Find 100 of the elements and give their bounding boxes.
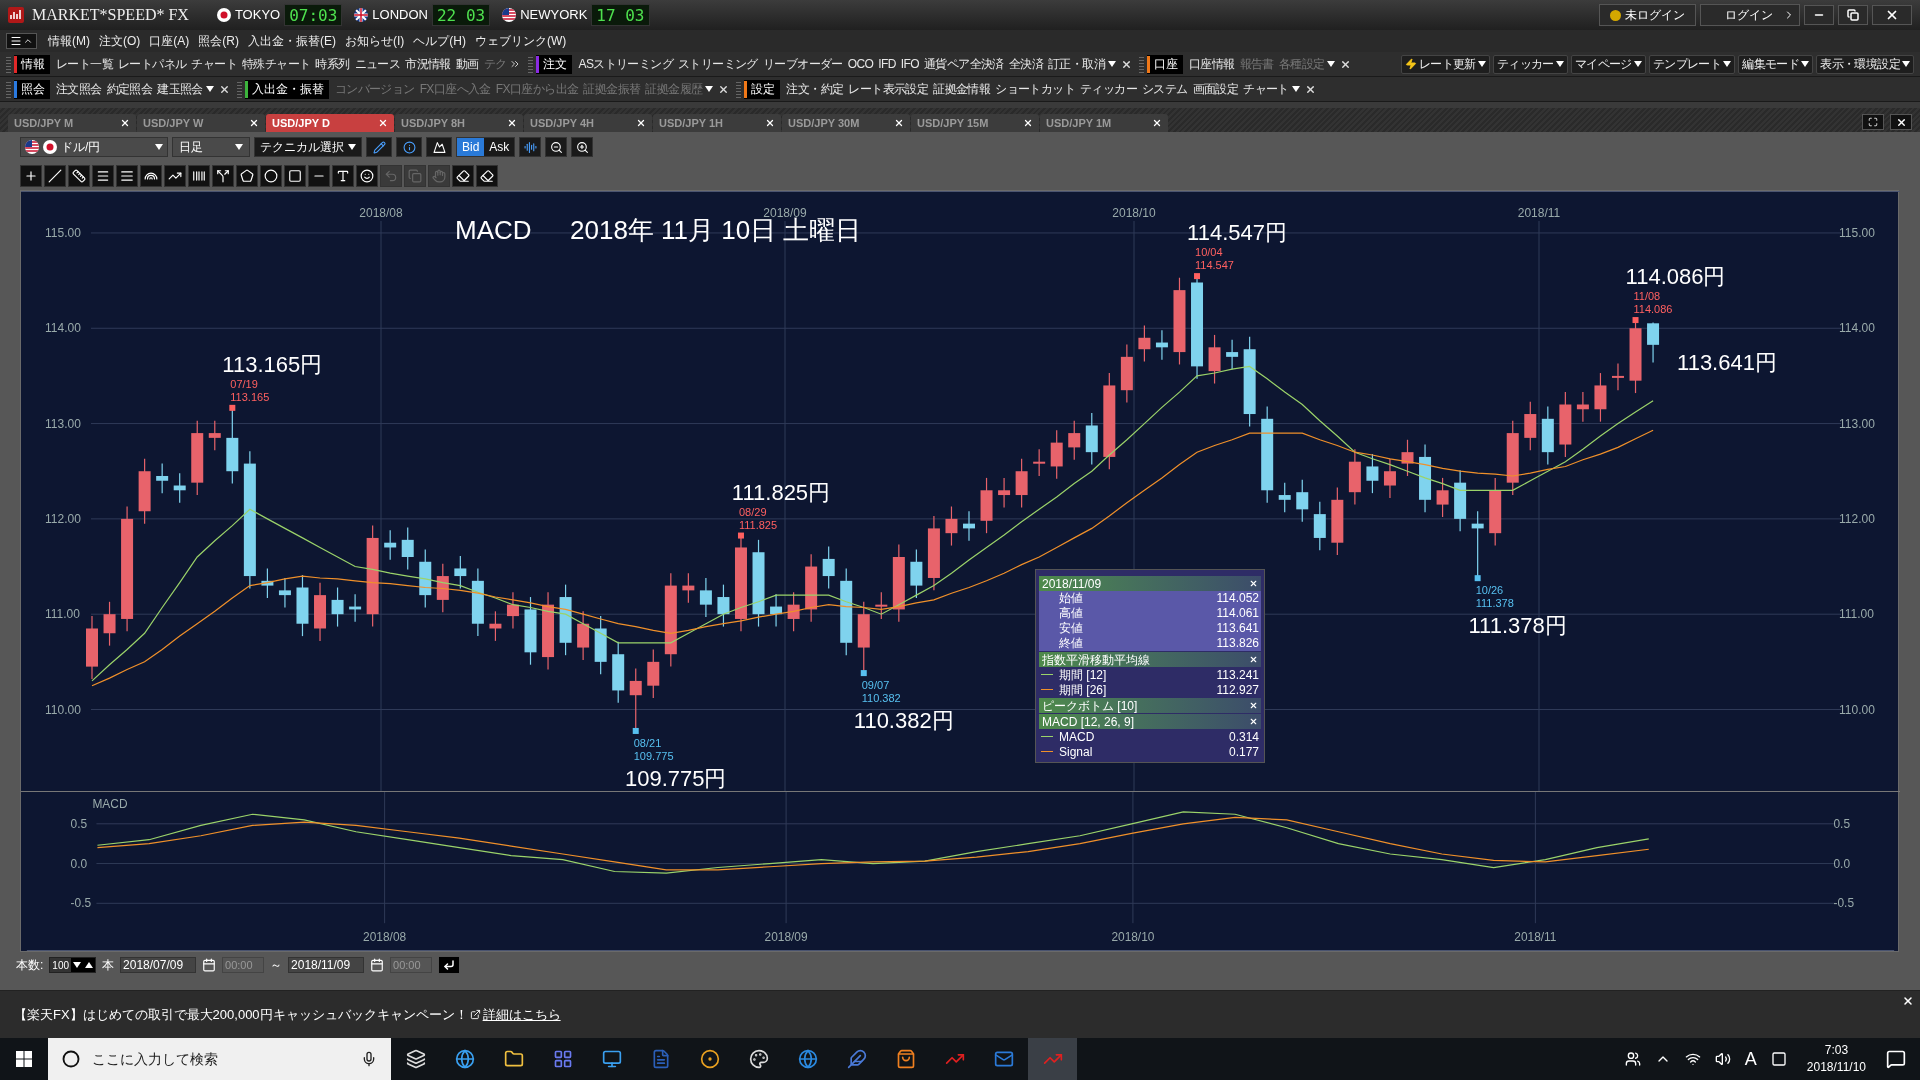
toolbar-button[interactable]: 建玉照会 (155, 80, 205, 98)
toolbar-button[interactable]: システム (1140, 80, 1190, 98)
menu-item[interactable]: 照会(R) (194, 32, 243, 50)
toolbar-dropdown-button[interactable]: 編集モード (1738, 54, 1814, 74)
toolbar-button[interactable]: 動画 (453, 55, 481, 73)
toolbar-button[interactable]: 時系列 (313, 55, 352, 73)
price-label: 113.165円 (222, 351, 323, 377)
toolbar-button[interactable]: 注文・約定 (784, 80, 846, 98)
app-title: MARKET*SPEED* FX (32, 5, 189, 25)
popup-value: 113.641 (1216, 621, 1259, 636)
marker-date: 10/26 (1475, 584, 1504, 597)
popup-section-title: 指数平滑移動平均線 (1042, 651, 1150, 669)
toolbar-dropdown-button[interactable]: 表示・環境設定 (1816, 54, 1914, 74)
macd-axis-label: 0.5 (1833, 816, 1851, 831)
price-axis-label: 111.00 (1839, 607, 1874, 622)
popup-label: Signal (1059, 743, 1094, 761)
marker-date: 09/07 (861, 679, 890, 692)
toolbar-button[interactable]: 証拠金情報 (931, 80, 993, 98)
price-label: 111.378円 (1468, 613, 1567, 639)
chart-tab[interactable]: USD/JPY 1H (653, 114, 781, 132)
ime-mode-indicator[interactable]: A (1744, 1045, 1757, 1073)
login-status-button[interactable]: 未ログイン (1599, 4, 1696, 26)
menu-item[interactable]: 注文(O) (95, 32, 145, 50)
toolbar-button[interactable]: ASストリーミング (576, 55, 676, 73)
technical-select-button[interactable]: テクニカル選択 (254, 137, 362, 157)
marker-price: 114.086 (1633, 303, 1673, 316)
toolbar-button[interactable]: レート一覧 (54, 55, 115, 73)
details-link[interactable]: 詳細はこちら (482, 1004, 561, 1025)
toolbar-dropdown-button[interactable]: ティッカー (1492, 54, 1568, 74)
toolbar-button[interactable]: 市況情報 (403, 55, 453, 73)
menu-item[interactable]: お知らせ(I) (341, 32, 409, 50)
toolbar-button[interactable]: 特殊チャート (240, 55, 313, 73)
toolbar-button[interactable]: IFO (898, 55, 921, 73)
toolbar-button[interactable]: リーブオーダー (760, 55, 845, 73)
toolbar-button[interactable]: 口座情報 (1187, 55, 1237, 73)
currency-pair-select[interactable]: ドル/円 (20, 137, 168, 157)
login-button[interactable]: ログイン (1700, 4, 1800, 26)
menu-item[interactable]: 口座(A) (145, 32, 194, 50)
menu-item[interactable]: 入出金・振替(E) (244, 32, 340, 50)
popup-section-title: MACD [12, 26, 9] (1042, 713, 1135, 731)
toolbar-button[interactable]: チャート (1241, 80, 1291, 98)
marker-price: 111.825 (739, 518, 778, 531)
popup-date: 2018/11/09 (1042, 575, 1102, 592)
from-date-field[interactable]: 2018/07/09 (120, 957, 197, 973)
price-side-toggle[interactable]: Ask (484, 138, 515, 156)
menu-item[interactable]: 情報(M) (44, 32, 94, 50)
price-label: 114.086円 (1625, 264, 1726, 290)
taskbar-date[interactable]: 2018/11/10 (1806, 1059, 1866, 1076)
pane-title: MACD (92, 796, 128, 811)
chart-tab[interactable]: USD/JPY W (137, 114, 265, 132)
group-title-text: 注文 (543, 56, 568, 73)
marker-price: 110.382 (861, 692, 901, 705)
toolbar-button[interactable]: 訂正・取消 (1046, 55, 1108, 73)
toolbar-button[interactable]: OCO (845, 55, 876, 73)
toolbar-button[interactable]: 約定照会 (104, 80, 155, 98)
chart-tab[interactable]: USD/JPY 4H (524, 114, 652, 132)
toolbar-dropdown-button[interactable]: マイページ (1570, 54, 1646, 74)
price-side-toggle[interactable]: Bid (457, 138, 485, 156)
chart-tab[interactable]: USD/JPY D (266, 114, 394, 132)
toolbar-button[interactable]: レート表示設定 (846, 80, 931, 98)
city-label: TOKYO (234, 6, 281, 25)
group-title-text: 入出金・振替 (251, 81, 324, 98)
toolbar-button[interactable]: 注文照会 (54, 80, 104, 98)
price-axis-label: 115.00 (1839, 225, 1875, 240)
chart-tab[interactable]: USD/JPY M (8, 114, 136, 132)
popup-label: 期間 [12] (1059, 666, 1108, 684)
menu-item[interactable]: ヘルプ(H) (409, 32, 470, 50)
toolbar-dropdown-button[interactable]: レート更新 (1400, 54, 1490, 74)
period-select[interactable]: 日足 (172, 137, 250, 157)
chart-tab[interactable]: USD/JPY 15M (911, 114, 1039, 132)
period-label: 日足 (179, 139, 203, 156)
chart-title: MACD (455, 215, 532, 245)
chart-tab[interactable]: USD/JPY 8H (395, 114, 523, 132)
toolbar-button[interactable]: ティッカー (1078, 80, 1140, 98)
popup-label: MACD (1059, 729, 1096, 746)
menu-item[interactable]: ウェブリンク(W) (471, 32, 571, 50)
taskbar-time[interactable]: 7:03 (1824, 1042, 1849, 1059)
toolbar-button[interactable]: ショートカット (993, 80, 1077, 98)
macd-axis-label: -0.5 (70, 896, 92, 911)
toolbar-button[interactable]: ストリーミング (676, 55, 760, 73)
price-axis-label: 110.00 (1839, 702, 1875, 717)
chart-tab[interactable]: USD/JPY 30M (782, 114, 910, 132)
toolbar-button[interactable]: レートパネル (116, 55, 189, 73)
toolbar-button[interactable]: チャート (189, 55, 240, 73)
toolbar-button[interactable]: IFD (876, 55, 898, 73)
to-date-field[interactable]: 2018/11/09 (288, 957, 365, 973)
toolbar-button[interactable]: 全決済 (1006, 55, 1045, 73)
popup-value: 0.177 (1228, 743, 1259, 761)
toolbar-dropdown-button[interactable]: テンプレート (1648, 54, 1736, 74)
city-label: LONDON (372, 6, 428, 25)
price-axis-label: 112.00 (45, 511, 81, 526)
toolbar-button[interactable]: ニュース (352, 55, 403, 73)
toolbar-button[interactable]: 通貨ペア全決済 (922, 55, 1006, 73)
date-axis-label: 2018/11 (1517, 206, 1561, 220)
taskbar-search-field[interactable]: ここに入力して検索 (48, 1038, 391, 1080)
range-separator: ～ (270, 957, 283, 974)
count-spinner[interactable]: 100 (49, 957, 97, 973)
toolbar-button[interactable]: 画面設定 (1190, 80, 1241, 98)
group-title-text: 情報 (21, 56, 45, 73)
chart-tab[interactable]: USD/JPY 1M (1040, 114, 1168, 132)
